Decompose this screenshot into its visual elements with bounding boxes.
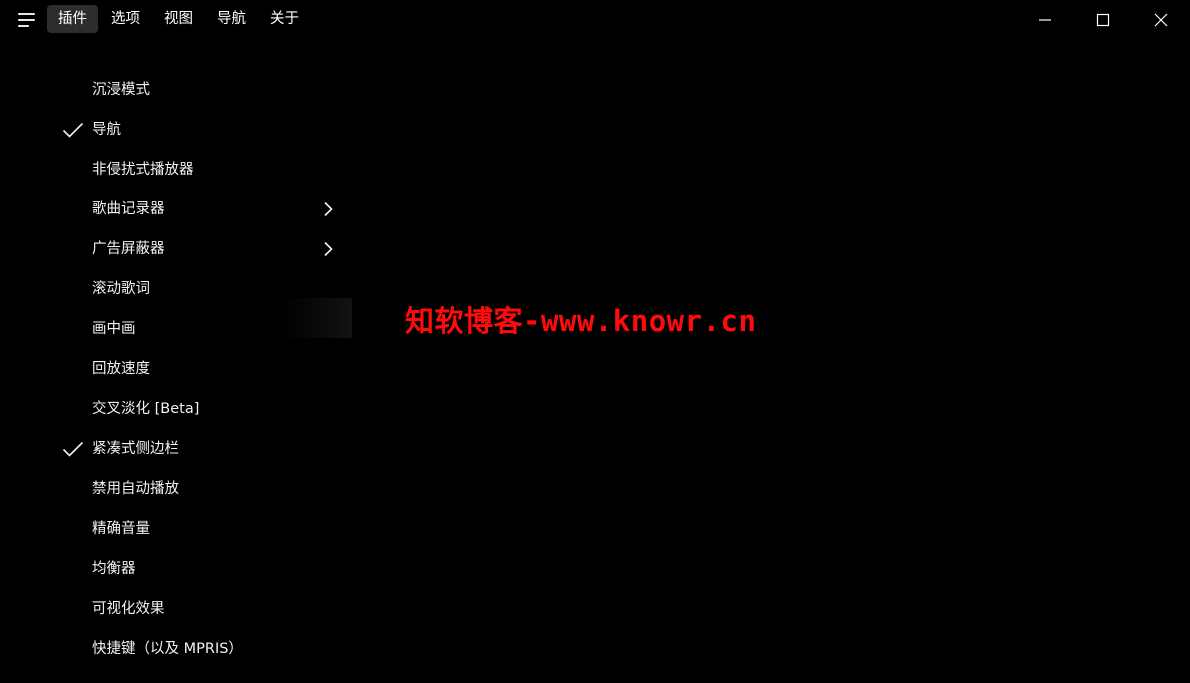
title-bar: 插件 选项 视图 导航 关于: [0, 0, 1190, 40]
minimize-button[interactable]: [1016, 0, 1074, 40]
plugins-dropdown-menu: 沉浸模式 导航 非侵扰式播放器 歌曲记录器 广告屏蔽器 滚动歌词 画中画 回放速…: [46, 62, 352, 683]
menu-navigation[interactable]: 导航: [206, 5, 257, 33]
menu-item-crossfade[interactable]: 交叉淡化 [Beta]: [46, 389, 352, 429]
hamburger-icon[interactable]: [18, 12, 36, 28]
menu-item-label: 回放速度: [92, 361, 150, 377]
chevron-right-icon: [324, 201, 333, 217]
menu-item-label: 画中画: [92, 321, 136, 337]
menu-item-label: 精确音量: [92, 521, 150, 537]
menu-item-compact-sidebar[interactable]: 紧凑式侧边栏: [46, 429, 352, 469]
menu-item-song-recorder[interactable]: 歌曲记录器: [46, 189, 352, 229]
window-controls: [1016, 0, 1190, 40]
menu-item-label: 导航: [92, 122, 121, 138]
menu-item-label: 均衡器: [92, 561, 136, 577]
menu-item-disable-autoplay[interactable]: 禁用自动播放: [46, 469, 352, 509]
menu-item-navigation[interactable]: 导航: [46, 110, 352, 150]
menu-item-label: 广告屏蔽器: [92, 241, 165, 257]
menu-item-label: 滚动歌词: [92, 281, 150, 297]
close-button[interactable]: [1132, 0, 1190, 40]
menu-item-label: 可视化效果: [92, 601, 165, 617]
menu-item-visualizer[interactable]: 可视化效果: [46, 589, 352, 629]
menu-view[interactable]: 视图: [153, 5, 204, 33]
menu-item-precise-volume[interactable]: 精确音量: [46, 509, 352, 549]
menu-about[interactable]: 关于: [259, 5, 310, 33]
menu-item-ad-blocker[interactable]: 广告屏蔽器: [46, 229, 352, 269]
menu-options[interactable]: 选项: [100, 5, 151, 33]
maximize-icon: [1096, 13, 1110, 27]
menu-item-unobtrusive-player[interactable]: 非侵扰式播放器: [46, 150, 352, 190]
menu-item-scrolling-lyrics[interactable]: 滚动歌词: [46, 269, 352, 309]
menu-item-label: 非侵扰式播放器: [92, 162, 194, 178]
menu-bar: 插件 选项 视图 导航 关于: [47, 5, 312, 33]
menu-plugins[interactable]: 插件: [47, 5, 98, 33]
menu-item-shortcuts[interactable]: 快捷键（以及 MPRIS）: [46, 629, 352, 669]
menu-item-label: 沉浸模式: [92, 82, 150, 98]
menu-item-equalizer[interactable]: 均衡器: [46, 549, 352, 589]
menu-item-label: 禁用自动播放: [92, 481, 179, 497]
menu-item-picture-in-picture[interactable]: 画中画: [46, 309, 352, 349]
close-icon: [1154, 13, 1168, 27]
menu-item-playback-speed[interactable]: 回放速度: [46, 349, 352, 389]
minimize-icon: [1039, 19, 1051, 21]
checkmark-icon: [62, 122, 84, 138]
watermark-text: 知软博客-www.knowr.cn: [405, 304, 757, 338]
menu-item-label: 交叉淡化 [Beta]: [92, 401, 200, 417]
maximize-button[interactable]: [1074, 0, 1132, 40]
checkmark-icon: [62, 441, 84, 457]
menu-item-immersive-mode[interactable]: 沉浸模式: [46, 70, 352, 110]
menu-item-label: 歌曲记录器: [92, 201, 165, 217]
menu-item-label: 快捷键（以及 MPRIS）: [92, 641, 243, 657]
menu-item-label: 紧凑式侧边栏: [92, 441, 179, 457]
chevron-right-icon: [324, 241, 333, 257]
